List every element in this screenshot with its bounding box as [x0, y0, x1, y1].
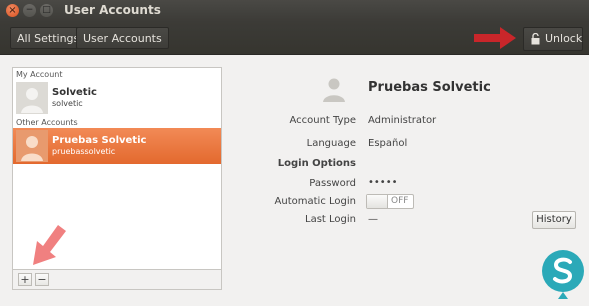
account-type-label: Account Type: [289, 115, 356, 126]
minimize-icon[interactable]: −: [23, 4, 36, 17]
add-user-button[interactable]: +: [18, 273, 32, 286]
switch-state: OFF: [391, 196, 409, 206]
window-title: User Accounts: [64, 3, 161, 17]
unlock-label: Unlock: [545, 32, 583, 45]
avatar: [16, 82, 48, 114]
my-account-header: My Account: [16, 70, 63, 79]
switch-knob: [367, 195, 388, 208]
language-value[interactable]: Español: [368, 138, 407, 149]
header-toolbar: All Settings User Accounts Unlock: [0, 22, 589, 55]
account-type-value[interactable]: Administrator: [368, 115, 436, 126]
annotation-arrow-down-left: [33, 225, 66, 265]
login-options-heading: Login Options: [277, 158, 356, 169]
accounts-toolbar: + −: [12, 270, 222, 290]
password-label: Password: [309, 178, 356, 189]
account-row-solvetic[interactable]: Solvetic solvetic: [13, 80, 221, 116]
user-accounts-breadcrumb[interactable]: User Accounts: [76, 27, 169, 49]
history-button[interactable]: History: [532, 211, 576, 229]
remove-user-button[interactable]: −: [35, 273, 49, 286]
account-name: Pruebas Solvetic: [52, 135, 147, 146]
last-login-label: Last Login: [305, 214, 356, 225]
last-login-value: —: [368, 214, 378, 225]
close-icon[interactable]: ×: [6, 4, 19, 17]
account-row-pruebas-solvetic[interactable]: Pruebas Solvetic pruebassolvetic: [13, 128, 221, 164]
automatic-login-label: Automatic Login: [274, 196, 356, 207]
maximize-icon[interactable]: □: [40, 4, 53, 17]
brand-logo-icon: [542, 250, 584, 299]
annotation-arrow-right: [474, 27, 516, 49]
other-accounts-header: Other Accounts: [16, 118, 78, 127]
account-name: Solvetic: [52, 87, 97, 98]
user-full-name[interactable]: Pruebas Solvetic: [368, 80, 491, 95]
account-username: pruebassolvetic: [52, 147, 116, 156]
user-avatar-icon[interactable]: [320, 75, 348, 103]
unlock-button[interactable]: Unlock: [523, 27, 583, 51]
account-username: solvetic: [52, 99, 83, 108]
title-bar: × − □ User Accounts: [0, 0, 589, 22]
language-label: Language: [306, 138, 356, 149]
lock-icon: [531, 33, 540, 45]
password-value[interactable]: •••••: [368, 177, 398, 188]
all-settings-button[interactable]: All Settings: [10, 27, 87, 49]
avatar: [16, 130, 48, 162]
automatic-login-switch[interactable]: OFF: [366, 194, 414, 209]
user-silhouette-icon: [21, 88, 43, 113]
user-silhouette-icon: [21, 136, 43, 161]
